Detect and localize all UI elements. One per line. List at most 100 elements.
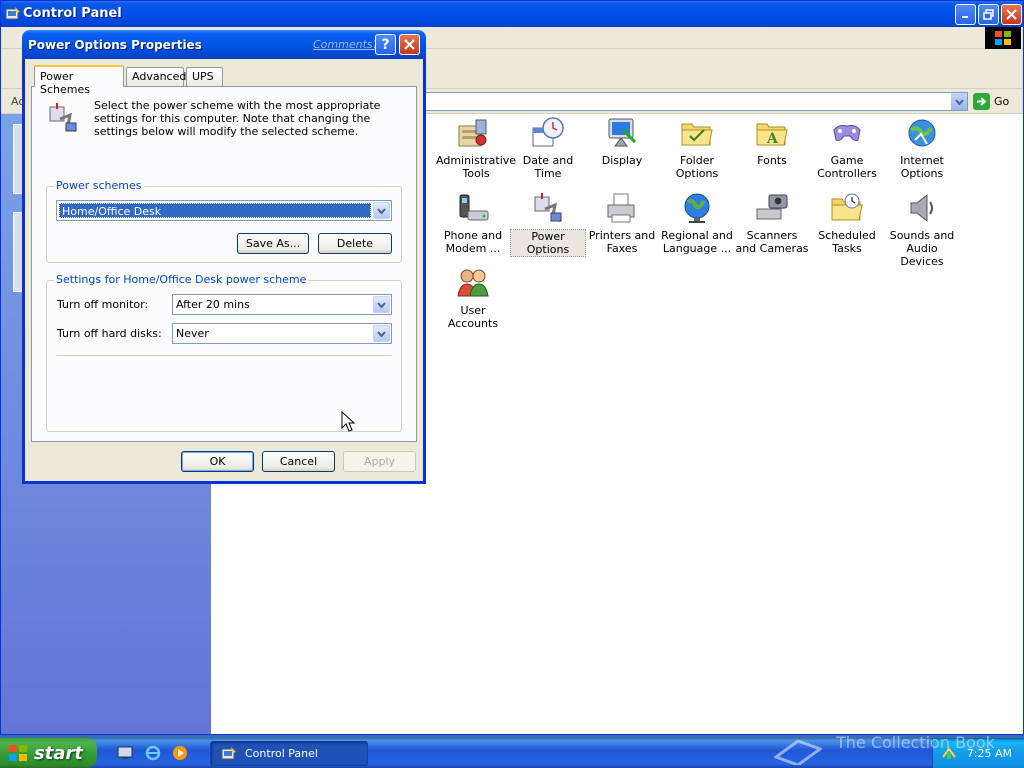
icon-label: Sounds and Audio Devices bbox=[889, 229, 955, 268]
internet-explorer-icon[interactable] bbox=[145, 745, 161, 761]
turn-off-hard-disks-label: Turn off hard disks: bbox=[57, 327, 162, 340]
power-scheme-value: Home/Office Desk bbox=[59, 203, 371, 218]
comments-link[interactable]: Comments? bbox=[313, 38, 378, 51]
scheme-settings-group: Settings for Home/Office Desk power sche… bbox=[46, 273, 402, 432]
icon-phone-modem[interactable]: Phone and Modem ... bbox=[435, 191, 511, 255]
chevron-down-icon bbox=[954, 98, 964, 105]
control-panel-titlebar[interactable]: Control Panel bbox=[1, 1, 1023, 27]
regional-language-icon bbox=[684, 193, 710, 223]
scheme-settings-group-label: Settings for Home/Office Desk power sche… bbox=[54, 273, 309, 286]
mouse-cursor-icon bbox=[341, 411, 355, 432]
display-icon bbox=[608, 118, 637, 147]
help-button[interactable]: ? bbox=[375, 34, 396, 55]
tab-ups[interactable]: UPS bbox=[186, 67, 223, 86]
restore-button[interactable] bbox=[978, 4, 999, 25]
question-mark-icon: ? bbox=[381, 36, 390, 53]
icon-label: Regional and Language ... bbox=[661, 229, 733, 255]
icon-internet-options[interactable]: Internet Options bbox=[884, 116, 960, 180]
turn-off-hard-disks-select[interactable]: Never bbox=[172, 323, 392, 344]
icon-regional-language[interactable]: Regional and Language ... bbox=[659, 191, 735, 255]
chevron-down-icon bbox=[377, 207, 386, 214]
show-desktop-icon[interactable] bbox=[117, 745, 133, 761]
icon-sounds-audio[interactable]: Sounds and Audio Devices bbox=[884, 191, 960, 268]
watermark-text: The Collection Book bbox=[836, 733, 995, 752]
icon-folder-options[interactable]: Folder Options bbox=[659, 116, 735, 180]
control-panel-icon bbox=[5, 7, 20, 20]
icon-label: Internet Options bbox=[900, 154, 944, 180]
chevron-down-icon bbox=[377, 330, 386, 337]
windows-flag-icon bbox=[9, 745, 27, 761]
apply-button[interactable]: Apply bbox=[343, 451, 416, 472]
restore-icon bbox=[983, 9, 994, 20]
close-icon bbox=[404, 39, 415, 50]
turn-off-monitor-select[interactable]: After 20 mins bbox=[172, 294, 392, 315]
folder-options-icon bbox=[681, 123, 713, 146]
icon-date-time[interactable]: Date and Time bbox=[510, 116, 586, 180]
hard-disks-dropdown-button[interactable] bbox=[373, 325, 390, 342]
icon-fonts[interactable]: A Fonts bbox=[734, 116, 810, 167]
icon-user-accounts[interactable]: User Accounts bbox=[435, 266, 511, 330]
monitor-dropdown-button[interactable] bbox=[373, 296, 390, 313]
scanners-cameras-icon bbox=[756, 194, 788, 220]
power-schemes-group-label: Power schemes bbox=[54, 179, 144, 192]
ok-button[interactable]: OK bbox=[181, 451, 254, 472]
icon-game-controllers[interactable]: Game Controllers bbox=[809, 116, 885, 180]
go-arrow-icon bbox=[973, 93, 990, 110]
go-button[interactable]: Go bbox=[973, 92, 1019, 111]
icon-scanners-cameras[interactable]: Scanners and Cameras bbox=[734, 191, 810, 255]
dialog-close-button[interactable] bbox=[399, 34, 420, 55]
icon-power-options[interactable]: Power Options bbox=[510, 191, 586, 257]
power-options-icon bbox=[534, 193, 562, 223]
power-schemes-group: Power schemes Home/Office Desk Save As..… bbox=[46, 179, 402, 263]
phone-modem-icon bbox=[459, 194, 489, 221]
go-label: Go bbox=[994, 95, 1010, 108]
icon-label: Scheduled Tasks bbox=[818, 229, 876, 255]
start-label: start bbox=[34, 742, 83, 764]
windows-flag-icon bbox=[985, 27, 1021, 49]
icon-label: Administrative Tools bbox=[436, 154, 517, 180]
sounds-audio-icon bbox=[910, 193, 933, 223]
start-button[interactable]: start bbox=[0, 738, 97, 768]
icon-administrative-tools[interactable]: Administrative Tools bbox=[435, 116, 516, 180]
icon-label: Phone and Modem ... bbox=[443, 229, 503, 255]
power-options-icon bbox=[49, 103, 77, 133]
turn-off-hard-disks-value: Never bbox=[176, 327, 209, 340]
icon-label: Game Controllers bbox=[817, 154, 877, 180]
minimize-button[interactable] bbox=[955, 4, 976, 25]
tab-advanced[interactable]: Advanced bbox=[126, 67, 186, 86]
icon-display[interactable]: Display bbox=[584, 116, 660, 167]
scheduled-tasks-icon bbox=[831, 193, 863, 221]
cancel-button[interactable]: Cancel bbox=[262, 451, 335, 472]
printers-faxes-icon bbox=[607, 193, 635, 223]
address-dropdown-button[interactable] bbox=[950, 93, 967, 110]
user-accounts-icon bbox=[457, 269, 489, 297]
media-player-icon[interactable] bbox=[172, 745, 188, 761]
window-close-button[interactable] bbox=[1001, 4, 1022, 25]
icon-printers-faxes[interactable]: Printers and Faxes bbox=[584, 191, 660, 255]
icon-scheduled-tasks[interactable]: Scheduled Tasks bbox=[809, 191, 885, 255]
dialog-title: Power Options Properties bbox=[28, 38, 202, 52]
svg-text:A: A bbox=[766, 131, 779, 147]
watermark: The Collection Book bbox=[774, 733, 995, 765]
power-scheme-select[interactable]: Home/Office Desk bbox=[56, 200, 392, 221]
taskbar-item-control-panel[interactable]: Control Panel bbox=[210, 741, 368, 766]
power-schemes-panel: Select the power scheme with the most ap… bbox=[31, 86, 417, 442]
turn-off-monitor-label: Turn off monitor: bbox=[57, 298, 149, 311]
icon-label: Scanners and Cameras bbox=[735, 229, 809, 255]
date-time-icon bbox=[532, 117, 564, 147]
fonts-icon: A bbox=[756, 123, 788, 147]
internet-options-icon bbox=[908, 119, 936, 147]
icon-label: Power Options bbox=[510, 229, 586, 257]
turn-off-monitor-value: After 20 mins bbox=[176, 298, 250, 311]
delete-button[interactable]: Delete bbox=[318, 233, 392, 254]
icon-label: Date and Time bbox=[522, 154, 574, 180]
save-as-button[interactable]: Save As... bbox=[237, 233, 309, 254]
power-options-dialog: Power Options Properties Comments? ? Pow… bbox=[22, 30, 426, 484]
administrative-tools-icon bbox=[458, 119, 487, 147]
power-scheme-dropdown-button[interactable] bbox=[373, 202, 390, 219]
icon-label: Fonts bbox=[757, 154, 787, 167]
dialog-titlebar[interactable]: Power Options Properties Comments? ? bbox=[22, 30, 426, 59]
game-controllers-icon bbox=[833, 125, 861, 141]
icon-label: Display bbox=[601, 154, 643, 167]
tab-power-schemes[interactable]: Power Schemes bbox=[34, 65, 124, 96]
